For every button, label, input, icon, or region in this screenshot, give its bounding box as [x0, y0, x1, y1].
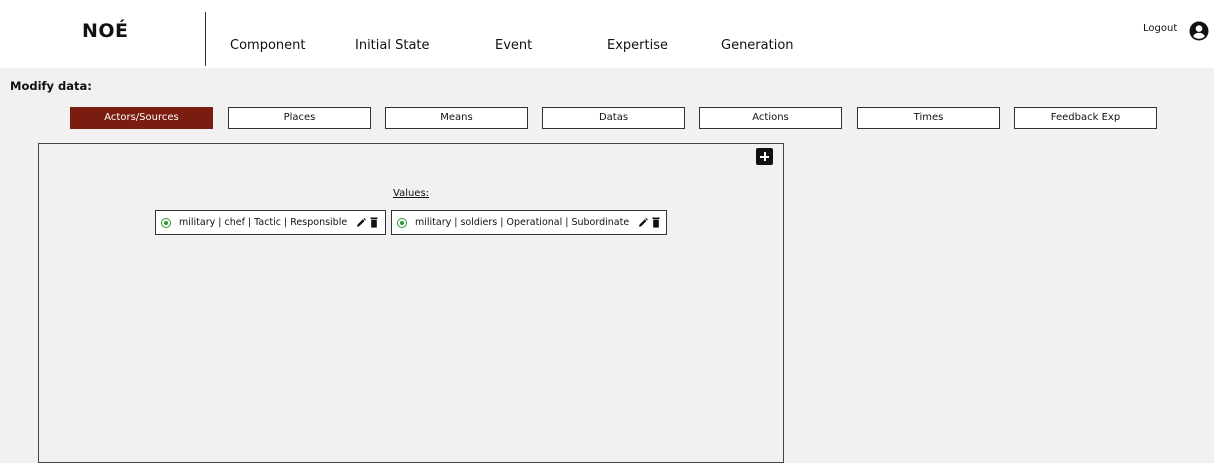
add-value-button[interactable] [756, 148, 773, 165]
value-text: military | chef | Tactic | Responsible [179, 217, 348, 228]
radio-selected-icon[interactable] [161, 217, 171, 228]
nav-item-component[interactable]: Component [230, 38, 305, 53]
values-panel: Values: military | chef | Tactic | Respo… [38, 143, 784, 463]
trash-icon[interactable] [369, 217, 379, 228]
value-item[interactable]: military | chef | Tactic | Responsible [155, 210, 386, 235]
tab-feedback-exp[interactable]: Feedback Exp [1014, 107, 1157, 129]
radio-selected-icon[interactable] [397, 217, 407, 228]
nav-item-initial-state[interactable]: Initial State [355, 38, 430, 53]
edit-pencil-icon[interactable] [638, 217, 649, 228]
header-divider [205, 12, 206, 66]
app-logo[interactable]: NOÉ [82, 20, 129, 42]
tab-places[interactable]: Places [228, 107, 371, 129]
nav-item-expertise[interactable]: Expertise [607, 38, 668, 53]
value-item[interactable]: military | soldiers | Operational | Subo… [391, 210, 667, 235]
values-label: Values: [393, 188, 430, 199]
value-text: military | soldiers | Operational | Subo… [415, 217, 630, 228]
edit-pencil-icon[interactable] [356, 217, 367, 228]
tab-actors-sources[interactable]: Actors/Sources [70, 107, 213, 129]
tab-means[interactable]: Means [385, 107, 528, 129]
nav-item-generation[interactable]: Generation [721, 38, 794, 53]
top-header: NOÉ Component Initial State Event Expert… [0, 0, 1214, 68]
tab-datas[interactable]: Datas [542, 107, 685, 129]
user-circle-icon[interactable] [1189, 21, 1209, 41]
modify-data-title: Modify data: [10, 79, 92, 93]
nav-item-event[interactable]: Event [495, 38, 532, 53]
logout-link[interactable]: Logout [1143, 23, 1177, 34]
tab-actions[interactable]: Actions [699, 107, 842, 129]
trash-icon[interactable] [651, 217, 661, 228]
tab-times[interactable]: Times [857, 107, 1000, 129]
